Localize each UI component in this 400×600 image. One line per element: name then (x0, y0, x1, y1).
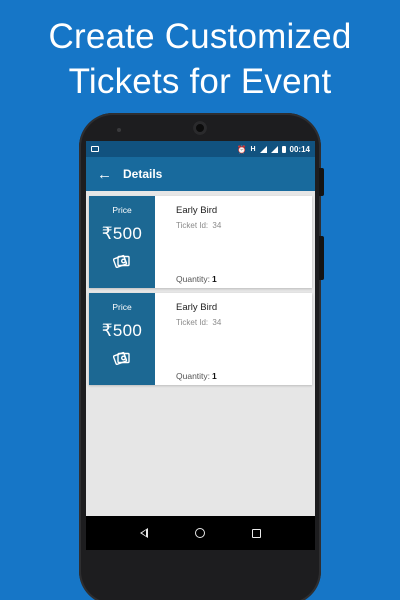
nav-recents-icon[interactable] (252, 528, 262, 538)
ticket-list: Price ₹500 Early Bird Ticket Id: 34 Quan… (86, 191, 315, 385)
ticket-price-panel: Price ₹500 (89, 293, 155, 385)
phone-screen: ⏰ H 00:14 ← Details Price ₹500 Early Bir… (86, 141, 315, 516)
battery-icon (281, 145, 286, 153)
arrow-left-icon[interactable]: ← (97, 167, 123, 182)
price-value: ₹500 (101, 321, 143, 340)
signal-icon (259, 145, 267, 153)
ticket-card[interactable]: Price ₹500 Early Bird Ticket Id: 34 Quan… (89, 293, 312, 385)
status-bar: ⏰ H 00:14 (86, 141, 315, 157)
ticket-icon (112, 350, 131, 371)
phone-sensor (117, 128, 121, 132)
ticket-details: Early Bird Ticket Id: 34 Quantity: 1 (155, 196, 312, 288)
signal-icon (270, 145, 278, 153)
price-label: Price (112, 205, 132, 215)
headline-line-2: Tickets for Event (68, 62, 332, 101)
price-label: Price (112, 302, 132, 312)
ticket-id-value: 34 (212, 221, 222, 230)
ticket-name: Early Bird (176, 205, 218, 216)
network-type-label: H (250, 145, 256, 153)
ticket-card[interactable]: Price ₹500 Early Bird Ticket Id: 34 Quan… (89, 196, 312, 288)
app-bar: ← Details (86, 157, 315, 191)
quantity-label: Quantity: (176, 274, 211, 284)
nav-back-icon[interactable] (139, 528, 148, 538)
quantity-value: 1 (212, 371, 217, 381)
quantity-label: Quantity: (176, 371, 211, 381)
ticket-details: Early Bird Ticket Id: 34 Quantity: 1 (155, 293, 312, 385)
price-value: ₹500 (101, 224, 143, 243)
quantity-value: 1 (212, 274, 217, 284)
page-title: Details (123, 167, 163, 181)
nav-home-icon[interactable] (194, 528, 205, 538)
status-time: 00:14 (289, 144, 310, 154)
phone-power-button (319, 168, 324, 196)
front-camera (193, 121, 207, 135)
ticket-id-label: Ticket Id: (176, 318, 209, 327)
headline-line-1: Create Customized (48, 17, 352, 56)
promo-headline: Create Customized Tickets for Event (0, 14, 400, 104)
ticket-price-panel: Price ₹500 (89, 196, 155, 288)
ticket-id: Ticket Id: 34 (176, 318, 312, 327)
ticket-name: Early Bird (176, 302, 218, 313)
ticket-quantity: Quantity: 1 (176, 274, 217, 284)
android-nav-bar (86, 516, 315, 550)
ticket-id: Ticket Id: 34 (176, 221, 312, 230)
ticket-id-label: Ticket Id: (176, 221, 209, 230)
ticket-id-value: 34 (212, 318, 222, 327)
phone-volume-button (319, 236, 324, 280)
image-icon (91, 146, 99, 152)
ticket-icon (112, 253, 131, 274)
alarm-icon: ⏰ (237, 144, 247, 154)
ticket-quantity: Quantity: 1 (176, 371, 217, 381)
